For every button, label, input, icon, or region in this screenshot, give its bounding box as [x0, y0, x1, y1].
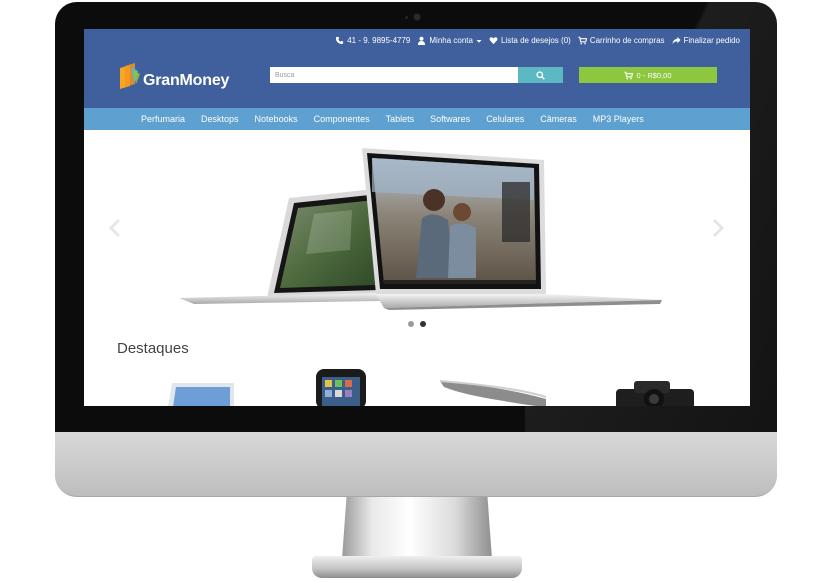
cart-button-label: 0 - R$0,00: [636, 70, 672, 80]
site-logo[interactable]: GranMoney: [118, 59, 240, 97]
product-thumb-iphone[interactable]: [316, 369, 366, 406]
featured-heading: Destaques: [117, 340, 189, 357]
monitor-stand-neck: [342, 497, 492, 559]
hero-slider: [84, 130, 750, 330]
nav-item-mp3-players[interactable]: MP3 Players: [585, 114, 652, 124]
monitor-stand-foot: [312, 556, 522, 578]
light-sensor: [405, 16, 408, 19]
monitor-chin: [55, 432, 777, 497]
heart-icon: [489, 37, 498, 45]
search-bar: [270, 67, 563, 83]
site-header: 41 - 9. 9895-4779 Minha conta Lista de d…: [84, 29, 750, 108]
nav-item-tablets[interactable]: Tablets: [378, 114, 423, 124]
phone-link[interactable]: 41 - 9. 9895-4779: [335, 36, 410, 45]
phone-number: 41 - 9. 9895-4779: [347, 36, 411, 45]
nav-item-perfumaria[interactable]: Perfumaria: [133, 114, 193, 124]
wishlist-link[interactable]: Lista de desejos (0): [489, 36, 571, 45]
chevron-right-icon[interactable]: [711, 218, 725, 238]
nav-item-notebooks[interactable]: Notebooks: [247, 114, 306, 124]
account-label: Minha conta: [429, 36, 473, 45]
top-links-bar: 41 - 9. 9895-4779 Minha conta Lista de d…: [335, 36, 740, 45]
nav-item-componentes[interactable]: Componentes: [306, 114, 378, 124]
slider-dot-1[interactable]: [408, 321, 414, 327]
share-icon: [671, 36, 681, 45]
product-thumb-accessory[interactable]: [439, 380, 547, 406]
website-screen: 41 - 9. 9895-4779 Minha conta Lista de d…: [84, 29, 750, 406]
slide-image-macbook-air: [179, 148, 662, 310]
cart-icon: [578, 36, 587, 45]
account-menu[interactable]: Minha conta: [417, 36, 482, 45]
camera-icon: [414, 14, 420, 20]
caret-down-icon: [476, 39, 482, 43]
logo-mark-icon: [120, 63, 140, 89]
featured-products-row: [168, 369, 694, 406]
logo-text: GranMoney: [143, 72, 230, 89]
search-icon: [536, 70, 545, 80]
cart-icon: [624, 71, 634, 79]
cart-link-label: Carrinho de compras: [589, 36, 665, 45]
category-nav: Perfumaria Desktops Notebooks Componente…: [84, 108, 750, 130]
slider-pagination: [408, 321, 426, 327]
nav-item-softwares[interactable]: Softwares: [422, 114, 478, 124]
user-icon: [418, 36, 426, 45]
search-button[interactable]: [518, 67, 563, 83]
checkout-link[interactable]: Finalizar pedido: [671, 36, 740, 45]
checkout-label: Finalizar pedido: [683, 36, 740, 45]
slider-dot-2[interactable]: [420, 321, 426, 327]
phone-icon: [336, 36, 344, 45]
wishlist-label: Lista de desejos (0): [500, 36, 571, 45]
product-thumb-camera[interactable]: [616, 381, 694, 406]
cart-link[interactable]: Carrinho de compras: [578, 36, 665, 45]
product-thumb-tablet[interactable]: [168, 383, 234, 406]
nav-item-celulares[interactable]: Celulares: [478, 114, 532, 124]
nav-item-cameras[interactable]: Câmeras: [532, 114, 585, 124]
search-input[interactable]: [270, 67, 518, 83]
cart-button[interactable]: 0 - R$0,00: [579, 67, 717, 83]
nav-item-desktops[interactable]: Desktops: [193, 114, 247, 124]
